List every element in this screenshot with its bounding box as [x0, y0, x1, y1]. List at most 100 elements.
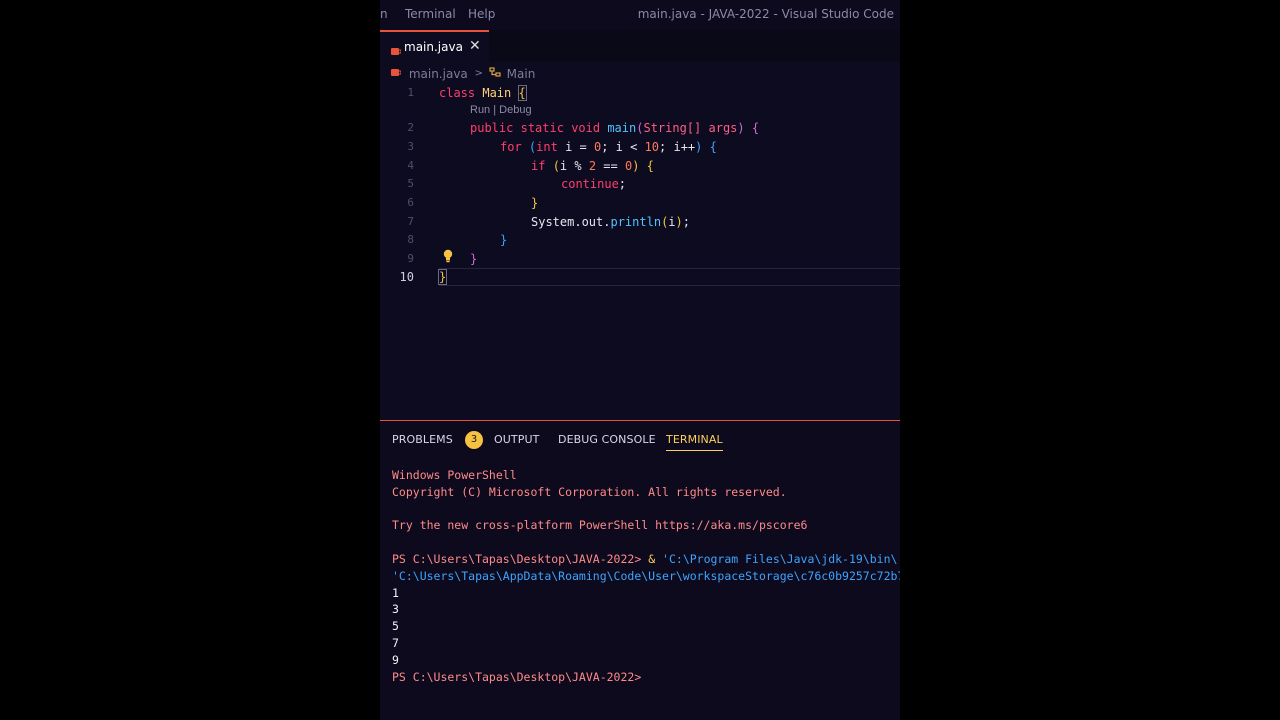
terminal-output-line: 3 [392, 602, 399, 617]
brace: { [709, 140, 717, 154]
code-line-7: 7 System.out.println(i); [380, 213, 900, 231]
terminal-line: Windows PowerShell [392, 468, 517, 482]
menu-item-help[interactable]: Help [468, 7, 495, 21]
code-text: if (i % 2 == 0) { [531, 157, 654, 175]
paren: ) [675, 215, 683, 229]
code-line-5: 5 continue; [380, 175, 900, 193]
number: 2 [588, 159, 597, 173]
terminal-output-line: 1 [392, 585, 399, 600]
tab-main-java[interactable]: main.java ✕ [380, 30, 489, 62]
paren: ) [632, 159, 640, 173]
tab-terminal[interactable]: TERMINAL [666, 433, 723, 451]
bottom-panel: PROBLEMS 3 OUTPUT DEBUG CONSOLE TERMINAL… [380, 420, 900, 720]
breadcrumb-symbol[interactable]: Main [507, 67, 536, 81]
terminal-output-line: 9 [392, 652, 399, 667]
class-name: Main [482, 86, 512, 100]
window-title: main.java - JAVA-2022 - Visual Studio Co… [637, 7, 894, 21]
terminal-line: Try the new cross-platform PowerShell ht… [392, 518, 808, 533]
code-token: ; i < [601, 140, 645, 154]
terminal-prompt: PS C:\Users\Tapas\Desktop\JAVA-2022> [392, 551, 649, 566]
code-token: ; [682, 215, 690, 229]
line-number: 6 [407, 196, 414, 209]
code-text: } [470, 250, 477, 268]
keyword: int [536, 140, 558, 154]
code-token: System.out. [531, 215, 611, 229]
line-number: 7 [407, 215, 414, 228]
vscode-window: n Terminal Help main.java - JAVA-2022 - … [380, 0, 900, 720]
line-number: 8 [407, 233, 414, 246]
type: String[] [643, 121, 702, 135]
code-text: class Main { [439, 84, 527, 102]
breadcrumb-separator: > [474, 68, 483, 79]
keyword: static [520, 121, 564, 135]
code-line-9: 9 } [380, 250, 900, 268]
breadcrumb: main.java > Main [390, 66, 535, 82]
keyword: for [500, 140, 522, 154]
terminal-prompt: PS C:\Users\Tapas\Desktop\JAVA-2022> [392, 669, 649, 684]
tab-output[interactable]: OUTPUT [494, 433, 539, 446]
menu-item-run[interactable]: n [380, 7, 388, 21]
code-text: System.out.println(i); [531, 213, 690, 231]
keyword: if [531, 159, 546, 173]
tab-label: main.java [404, 40, 463, 54]
code-text: } [500, 231, 507, 249]
editor-tab-bar: main.java ✕ [380, 30, 900, 62]
codelens-run-debug[interactable]: Run | Debug [470, 104, 532, 116]
close-icon[interactable]: ✕ [469, 38, 481, 54]
line-number: 1 [407, 86, 414, 99]
problems-count-badge: 3 [465, 431, 483, 449]
tab-debug-console[interactable]: DEBUG CONSOLE [558, 433, 656, 446]
keyword: public [470, 121, 514, 135]
java-file-icon [390, 67, 402, 81]
code-token: ; [618, 177, 627, 191]
terminal-output[interactable]: Windows PowerShell Copyright (C) Microso… [392, 467, 900, 685]
java-file-icon [390, 42, 402, 61]
number: 10 [644, 140, 660, 154]
code-text: public static void main(String[] args) { [470, 119, 759, 137]
paren: ( [552, 159, 560, 173]
brace: } [500, 233, 508, 247]
brace: { [751, 121, 760, 135]
tab-problems[interactable]: PROBLEMS [392, 433, 453, 446]
method-name: println [610, 215, 662, 229]
param: args [708, 121, 738, 135]
code-line-4: 4 if (i % 2 == 0) { [380, 157, 900, 175]
code-token: i [668, 215, 676, 229]
code-text: continue; [561, 175, 626, 193]
line-number: 2 [407, 121, 414, 134]
code-token: ; i++ [659, 140, 696, 154]
code-token: i % [559, 159, 589, 173]
code-line-3: 3 for (int i = 0; i < 10; i++) { [380, 138, 900, 156]
code-token: == [596, 159, 625, 173]
lightbulb-icon[interactable] [442, 249, 454, 263]
code-text: } [437, 268, 448, 286]
code-line-8: 8 } [380, 231, 900, 249]
brace: } [470, 252, 478, 266]
line-number: 3 [407, 140, 414, 153]
keyword: class [439, 86, 476, 100]
code-line-6: 6 } [380, 194, 900, 212]
code-editor[interactable]: 1 class Main { Run | Debug 2 public stat… [380, 84, 900, 420]
breadcrumb-file[interactable]: main.java [409, 67, 468, 81]
code-token: i = [565, 140, 594, 154]
terminal-output-line: 5 [392, 619, 399, 634]
code-text: for (int i = 0; i < 10; i++) { [500, 138, 717, 156]
class-symbol-icon [489, 66, 501, 81]
code-line-1: 1 class Main { [380, 84, 900, 102]
terminal-output-line: 7 [392, 635, 399, 650]
paren: ) [695, 140, 703, 154]
method-name: main [607, 121, 637, 135]
terminal-token: & [648, 551, 663, 566]
brace: } [531, 196, 539, 210]
menu-item-terminal[interactable]: Terminal [405, 7, 456, 21]
terminal-line: Copyright (C) Microsoft Corporation. All… [392, 484, 787, 499]
paren: ) [737, 121, 745, 135]
keyword: continue [561, 177, 619, 191]
code-text: } [531, 194, 538, 212]
line-number: 10 [399, 270, 414, 284]
line-number: 4 [407, 159, 414, 172]
terminal-command: 'C:\Users\Tapas\AppData\Roaming\Code\Use… [392, 568, 900, 583]
line-number: 5 [407, 177, 414, 190]
brace: { [646, 159, 654, 173]
title-bar: n Terminal Help main.java - JAVA-2022 - … [380, 0, 900, 30]
